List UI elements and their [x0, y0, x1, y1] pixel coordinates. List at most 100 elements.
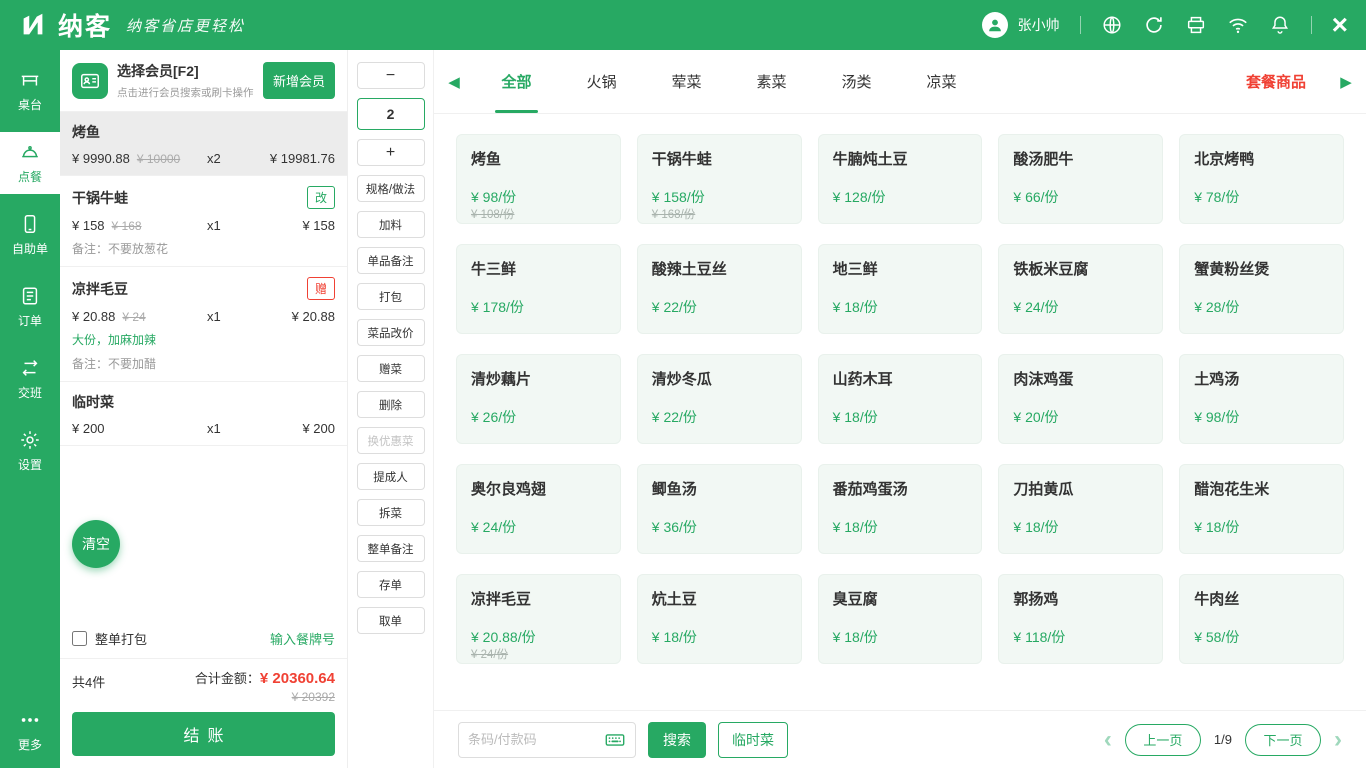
menu-item-price: ¥ 24/份: [1013, 297, 1058, 317]
order-item[interactable]: 凉拌毛豆 赠 ¥ 20.88 ¥ 24 x1 ¥ 20.88 大份，加麻加辣 备…: [60, 267, 347, 382]
order-item[interactable]: 临时菜 ¥ 200 x1 ¥ 200: [60, 382, 347, 446]
delete-button[interactable]: 删除: [357, 391, 425, 418]
printer-icon[interactable]: [1185, 14, 1207, 36]
menu-item-card[interactable]: 牛腩炖土豆¥ 128/份: [818, 134, 983, 224]
search-button[interactable]: 搜索: [648, 722, 706, 758]
menu-item-card[interactable]: 清炒冬瓜¥ 22/份: [637, 354, 802, 444]
menu-item-card[interactable]: 凉拌毛豆¥ 20.88/份¥ 24/份: [456, 574, 621, 664]
menu-item-price: ¥ 58/份: [1194, 627, 1239, 647]
menu-item-card[interactable]: 炕土豆¥ 18/份: [637, 574, 802, 664]
sync-icon[interactable]: [1143, 14, 1165, 36]
tabs-scroll-left-icon[interactable]: ◀: [434, 50, 474, 113]
more-dots-icon: [19, 709, 41, 731]
qty-value[interactable]: 2: [357, 98, 425, 130]
menu-item-card[interactable]: 醋泡花生米¥ 18/份: [1179, 464, 1344, 554]
user-avatar[interactable]: [982, 12, 1008, 38]
gift-dish-button[interactable]: 赠菜: [357, 355, 425, 382]
tabs-scroll-right-icon[interactable]: ▶: [1326, 50, 1366, 113]
pack-row: 整单打包 输入餐牌号: [60, 619, 347, 658]
page-chevron-right-icon[interactable]: ›: [1334, 728, 1342, 752]
sidebar-item-tables[interactable]: 桌台: [0, 60, 60, 122]
sidebar-item-more[interactable]: 更多: [0, 700, 60, 762]
menu-item-card[interactable]: 山药木耳¥ 18/份: [818, 354, 983, 444]
menu-item-name: 土鸡汤: [1194, 368, 1239, 389]
enter-plate-number-link[interactable]: 输入餐牌号: [270, 629, 335, 648]
tab-soup[interactable]: 汤类: [814, 50, 899, 113]
order-item[interactable]: 干锅牛蛙 改 ¥ 158 ¥ 168 x1 ¥ 158 备注：不要放葱花: [60, 176, 347, 267]
qty-plus-button[interactable]: +: [357, 139, 425, 166]
menu-item-price: ¥ 22/份: [652, 407, 697, 427]
menu-item-name: 蟹黄粉丝煲: [1194, 258, 1269, 279]
menu-item-card[interactable]: 烤鱼¥ 98/份¥ 108/份: [456, 134, 621, 224]
order-item-note: 备注：不要放葱花: [72, 240, 335, 257]
retrieve-order-button[interactable]: 取单: [357, 607, 425, 634]
menu-item-card[interactable]: 臭豆腐¥ 18/份: [818, 574, 983, 664]
menu-item-card[interactable]: 北京烤鸭¥ 78/份: [1179, 134, 1344, 224]
menu-item-card[interactable]: 郭扬鸡 ¥ 118/份: [998, 574, 1163, 664]
menu-item-card[interactable]: 酸辣土豆丝¥ 22/份: [637, 244, 802, 334]
menu-item-card[interactable]: 干锅牛蛙¥ 158/份¥ 168/份: [637, 134, 802, 224]
clear-order-button[interactable]: 清空: [72, 520, 120, 568]
add-ingredient-button[interactable]: 加料: [357, 211, 425, 238]
menu-item-card[interactable]: 酸汤肥牛¥ 66/份: [998, 134, 1163, 224]
tab-combo-products[interactable]: 套餐商品: [1226, 50, 1326, 113]
split-dish-button[interactable]: 拆菜: [357, 499, 425, 526]
menu-item-card[interactable]: 清炒藕片¥ 26/份: [456, 354, 621, 444]
tab-vegetable[interactable]: 素菜: [729, 50, 814, 113]
add-member-button[interactable]: 新增会员: [263, 62, 335, 99]
keyboard-icon[interactable]: [604, 729, 626, 751]
menu-item-price: ¥ 158/份: [652, 187, 705, 207]
menu-item-card[interactable]: 蟹黄粉丝煲¥ 28/份: [1179, 244, 1344, 334]
sidebar-item-shift[interactable]: 交班: [0, 348, 60, 410]
menu-item-card[interactable]: 土鸡汤¥ 98/份: [1179, 354, 1344, 444]
menu-item-card[interactable]: 刀拍黄瓜¥ 18/份: [998, 464, 1163, 554]
menu-item-name: 郭扬鸡: [1013, 588, 1058, 609]
sidebar-item-self-order[interactable]: 自助单: [0, 204, 60, 266]
barcode-input[interactable]: [468, 732, 604, 747]
modify-item-button[interactable]: 改: [307, 186, 335, 209]
change-price-button[interactable]: 菜品改价: [357, 319, 425, 346]
close-icon[interactable]: ×: [1332, 14, 1348, 36]
menu-item-card[interactable]: 牛三鲜¥ 178/份: [456, 244, 621, 334]
order-item-note: 备注：不要加醋: [72, 355, 335, 372]
checkout-button[interactable]: 结账: [72, 712, 335, 756]
tab-cold-dish[interactable]: 凉菜: [899, 50, 984, 113]
sidebar-item-ordering[interactable]: 点餐: [0, 132, 60, 194]
tab-all[interactable]: 全部: [474, 50, 559, 113]
menu-item-card[interactable]: 铁板米豆腐¥ 24/份: [998, 244, 1163, 334]
menu-item-card[interactable]: 牛肉丝¥ 58/份: [1179, 574, 1344, 664]
page-chevron-left-icon[interactable]: ‹: [1104, 728, 1112, 752]
pack-button[interactable]: 打包: [357, 283, 425, 310]
commission-person-button[interactable]: 提成人: [357, 463, 425, 490]
prev-page-button[interactable]: 上一页: [1125, 724, 1201, 756]
tab-meat[interactable]: 荤菜: [644, 50, 729, 113]
sidebar-item-settings[interactable]: 设置: [0, 420, 60, 482]
menu-item-card[interactable]: 鲫鱼汤¥ 36/份: [637, 464, 802, 554]
order-item[interactable]: 烤鱼 ¥ 9990.88 ¥ 10000 x2 ¥ 19981.76: [60, 112, 347, 176]
menu-item-price: ¥ 118/份: [1013, 627, 1065, 647]
pack-whole-order-label: 整单打包: [95, 629, 147, 648]
qty-minus-button[interactable]: −: [357, 62, 425, 89]
menu-item-name: 酸辣土豆丝: [652, 258, 727, 279]
member-select-area[interactable]: 选择会员[F2] 点击进行会员搜索或刷卡操作: [117, 61, 254, 100]
order-item-spec: 大份，加麻加辣: [72, 331, 335, 348]
menu-item-card[interactable]: 地三鲜¥ 18/份: [818, 244, 983, 334]
pack-whole-order-checkbox[interactable]: [72, 631, 87, 646]
spec-method-button[interactable]: 规格/做法: [357, 175, 425, 202]
menu-grid-area: 烤鱼¥ 98/份¥ 108/份 干锅牛蛙¥ 158/份¥ 168/份 牛腩炖土豆…: [434, 114, 1366, 710]
menu-item-card[interactable]: 奥尔良鸡翅¥ 24/份: [456, 464, 621, 554]
order-item-name: 临时菜: [72, 392, 114, 412]
tab-hotpot[interactable]: 火锅: [559, 50, 644, 113]
item-note-button[interactable]: 单品备注: [357, 247, 425, 274]
bell-icon[interactable]: [1269, 14, 1291, 36]
temp-dish-button[interactable]: 临时菜: [718, 722, 788, 758]
menu-item-card[interactable]: 肉沫鸡蛋¥ 20/份: [998, 354, 1163, 444]
next-page-button[interactable]: 下一页: [1245, 724, 1321, 756]
order-note-button[interactable]: 整单备注: [357, 535, 425, 562]
save-order-button[interactable]: 存单: [357, 571, 425, 598]
bottom-bar: 搜索 临时菜 ‹ 上一页 1/9 下一页 ›: [434, 710, 1366, 768]
wifi-icon[interactable]: [1227, 14, 1249, 36]
globe-sync-icon[interactable]: [1101, 14, 1123, 36]
sidebar-item-orders[interactable]: 订单: [0, 276, 60, 338]
menu-item-card[interactable]: 番茄鸡蛋汤¥ 18/份: [818, 464, 983, 554]
